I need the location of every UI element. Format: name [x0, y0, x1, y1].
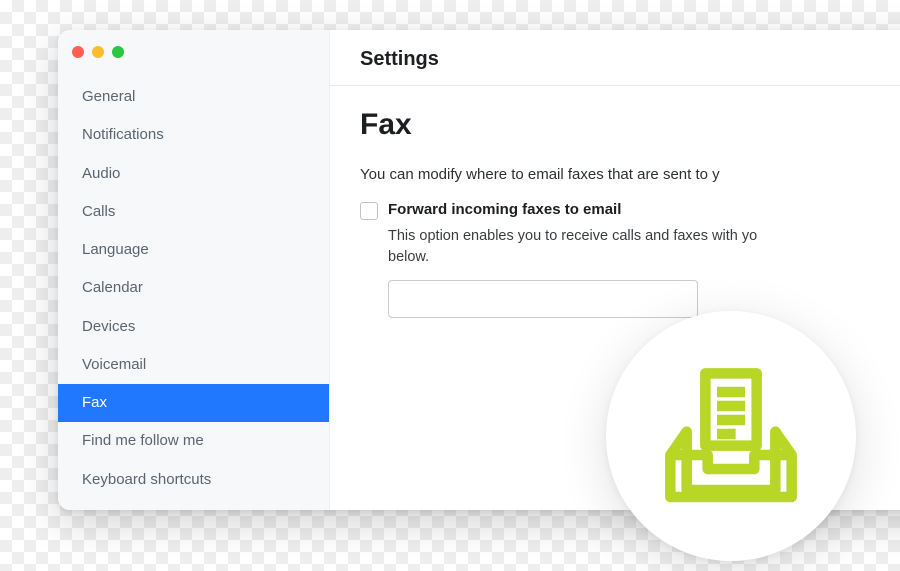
- sidebar-item-language[interactable]: Language: [58, 231, 329, 269]
- close-window-button[interactable]: [72, 46, 84, 58]
- forward-fax-checkbox-label: Forward incoming faxes to email: [388, 201, 621, 218]
- fax-settings-content: Fax You can modify where to email faxes …: [330, 86, 900, 340]
- page-title: Settings: [360, 48, 900, 71]
- forward-fax-option: Forward incoming faxes to email: [360, 201, 900, 220]
- fax-inbox-icon: [661, 364, 801, 509]
- forward-fax-email-input[interactable]: [388, 280, 698, 318]
- settings-nav: General Notifications Audio Calls Langua…: [58, 72, 329, 499]
- forward-fax-description-line1: This option enables you to receive calls…: [388, 228, 757, 244]
- intro-text: You can modify where to email faxes that…: [360, 166, 900, 183]
- sidebar-item-general[interactable]: General: [58, 78, 329, 116]
- sidebar-item-calendar[interactable]: Calendar: [58, 269, 329, 307]
- forward-fax-description-line2: below.: [388, 249, 429, 265]
- minimize-window-button[interactable]: [92, 46, 104, 58]
- sidebar-item-audio[interactable]: Audio: [58, 155, 329, 193]
- sidebar-item-keyboard-shortcuts[interactable]: Keyboard shortcuts: [58, 461, 329, 499]
- sidebar-item-calls[interactable]: Calls: [58, 193, 329, 231]
- sidebar-item-devices[interactable]: Devices: [58, 308, 329, 346]
- sidebar-item-find-me-follow-me[interactable]: Find me follow me: [58, 422, 329, 460]
- main-header: Settings: [330, 30, 900, 86]
- section-title: Fax: [360, 108, 900, 142]
- sidebar: General Notifications Audio Calls Langua…: [58, 30, 330, 510]
- fax-badge: [606, 311, 856, 561]
- sidebar-item-notifications[interactable]: Notifications: [58, 116, 329, 154]
- sidebar-item-fax[interactable]: Fax: [58, 384, 329, 422]
- maximize-window-button[interactable]: [112, 46, 124, 58]
- window-controls: [58, 40, 329, 72]
- forward-fax-checkbox[interactable]: [360, 202, 378, 220]
- forward-fax-description: This option enables you to receive calls…: [388, 226, 900, 268]
- sidebar-item-voicemail[interactable]: Voicemail: [58, 346, 329, 384]
